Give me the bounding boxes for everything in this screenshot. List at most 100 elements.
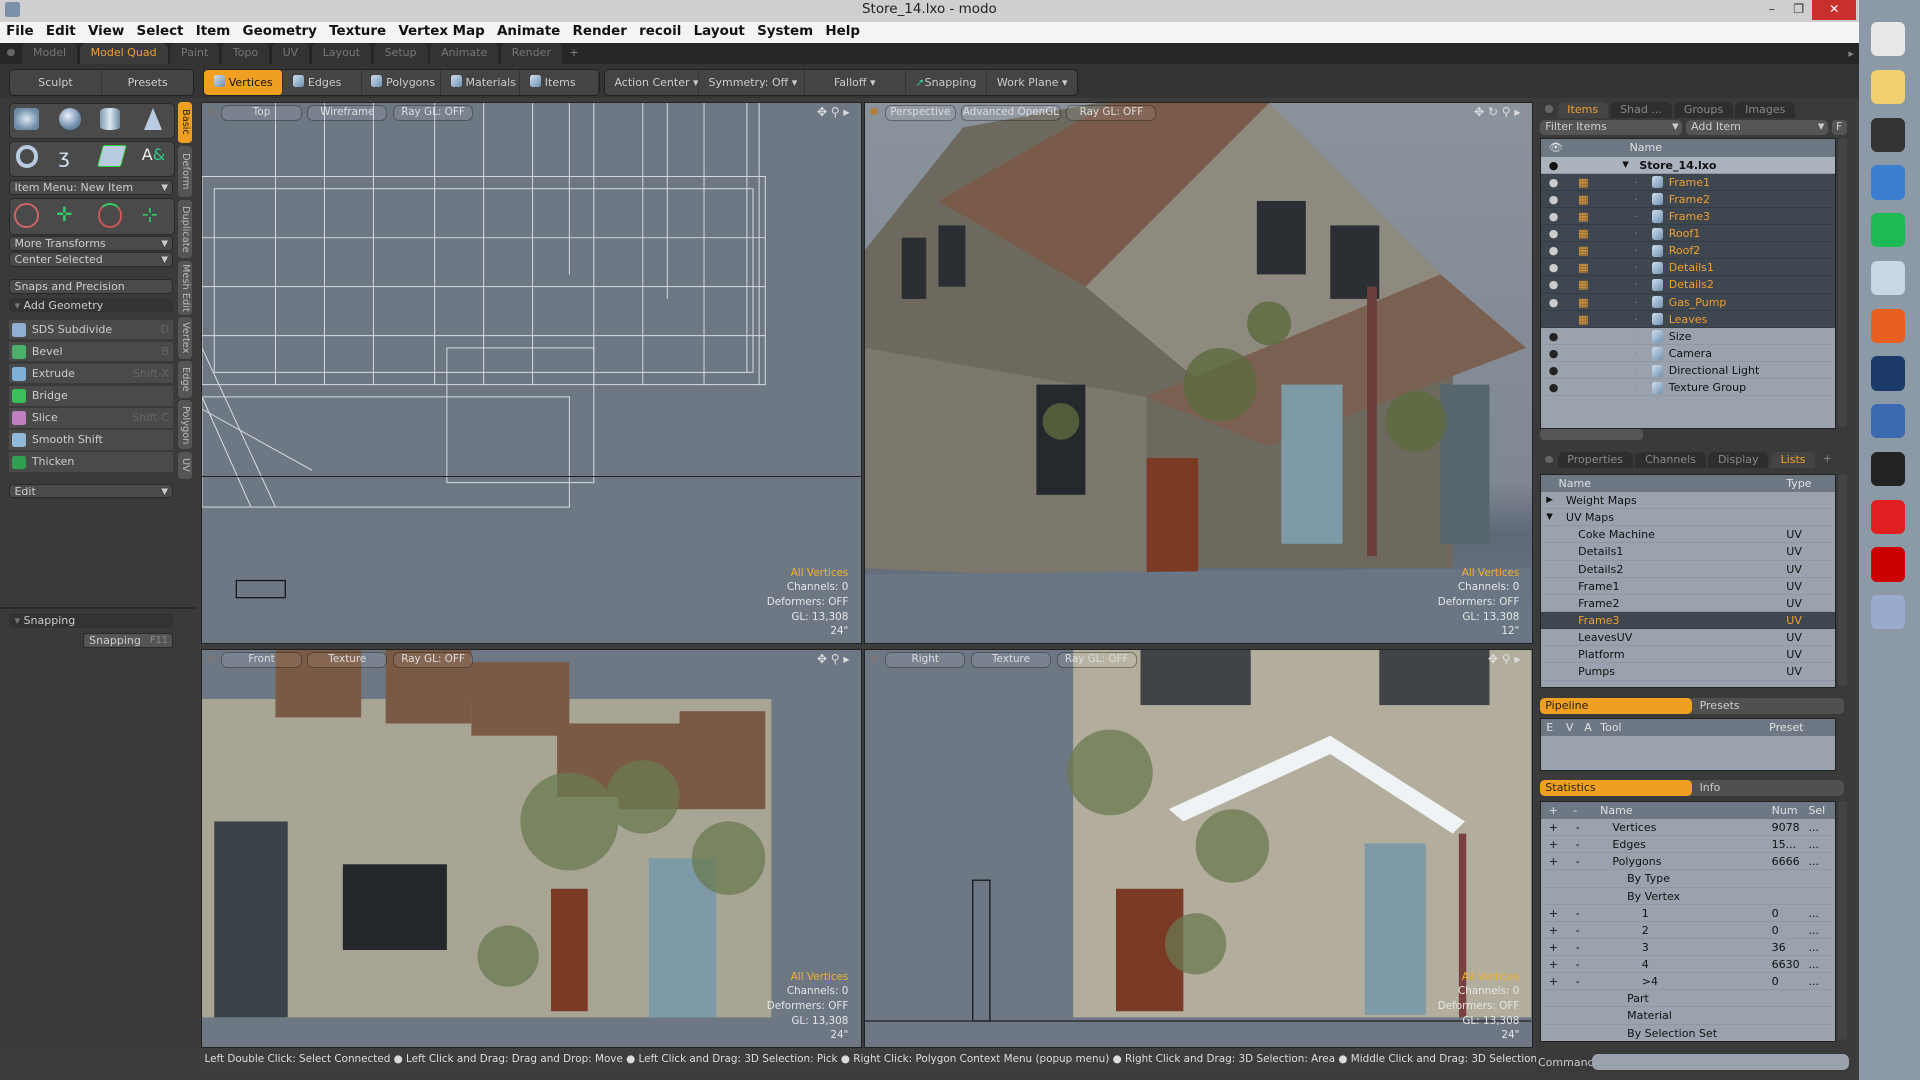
add-geometry-section[interactable]: ▾ Add Geometry	[8, 297, 173, 313]
filter-items-dropdown[interactable]: Filter Items ▼	[1540, 119, 1683, 135]
viewport-shading-button[interactable]: Wireframe	[307, 105, 388, 121]
menu-texture[interactable]: Texture	[323, 22, 392, 43]
snapping-button[interactable]: ➚Snapping	[906, 69, 988, 96]
expand-triangle-icon[interactable]: ▼	[1622, 157, 1629, 174]
menu-render[interactable]: Render	[566, 22, 633, 43]
falloff-dropdown[interactable]: Falloff ▾	[805, 69, 906, 96]
tree-row-frame2[interactable]: ● ▦ · Frame2	[1541, 190, 1836, 208]
tab-layout[interactable]: Layout	[311, 42, 372, 64]
tab-paint[interactable]: Paint	[170, 42, 220, 64]
statistics-sel[interactable]: ...	[1808, 819, 1819, 836]
viewport-view-button[interactable]: Right	[885, 652, 966, 668]
torus-icon[interactable]	[15, 145, 39, 169]
add-to-selection-button[interactable]: +	[1549, 905, 1558, 922]
tool-bevel[interactable]: Bevel B	[8, 341, 173, 363]
viewport-view-button[interactable]: Top	[221, 105, 302, 121]
tab-topo[interactable]: Topo	[221, 42, 270, 64]
symmetry-dropdown[interactable]: Symmetry: Off ▾	[699, 69, 805, 96]
tab-display[interactable]: Display	[1708, 451, 1769, 468]
tool-bridge[interactable]: Bridge	[8, 385, 173, 407]
tool-thicken[interactable]: Thicken	[8, 451, 173, 473]
vtab-uv[interactable]: UV	[177, 451, 193, 479]
tab-items[interactable]: Items	[1557, 101, 1608, 118]
mesh-lock-icon[interactable]: ▦	[1578, 259, 1588, 276]
tool-extrude[interactable]: Extrude Shift-X	[8, 363, 173, 385]
file-explorer-icon[interactable]	[1871, 69, 1906, 105]
firefox-icon[interactable]	[1871, 308, 1906, 343]
tree-row-details1[interactable]: ● ▦ · Details1	[1541, 259, 1836, 277]
items-scrollbar[interactable]	[1837, 138, 1847, 428]
mesh-lock-icon[interactable]: ▦	[1578, 311, 1588, 328]
tab-presets[interactable]: Presets	[1692, 698, 1740, 714]
vtab-mesh-edit[interactable]: Mesh Edit	[177, 260, 193, 315]
tab-model[interactable]: Model	[22, 42, 78, 64]
mesh-lock-icon[interactable]: ▦	[1578, 208, 1588, 225]
viewport-shading-button[interactable]: Texture	[970, 652, 1052, 668]
eye-icon[interactable]: ●	[1549, 345, 1559, 362]
add-to-selection-button[interactable]: +	[1549, 956, 1558, 973]
tool-smooth-shift[interactable]: Smooth Shift	[8, 429, 173, 451]
eye-icon[interactable]: ●	[1549, 362, 1559, 379]
viewport-view-button[interactable]: Front	[221, 652, 302, 668]
rotate-icon[interactable]	[97, 203, 123, 228]
snaps-precision-button[interactable]: Snaps and Precision	[8, 279, 173, 294]
modo-icon[interactable]	[1871, 260, 1906, 296]
uv-map-row[interactable]: Frame3 UV	[1541, 611, 1836, 630]
capsule-icon[interactable]: ʒ	[59, 145, 91, 172]
menu-select[interactable]: Select	[130, 22, 189, 43]
snapping-section[interactable]: ▾ Snapping	[8, 613, 173, 629]
action-center-dropdown[interactable]: Action Center ▾	[605, 69, 699, 96]
menu-view[interactable]: View	[82, 22, 131, 43]
tree-row-size[interactable]: ● · Size	[1541, 328, 1836, 346]
expand-triangle-icon[interactable]: ▼	[1546, 509, 1553, 526]
tab-uv[interactable]: UV	[271, 42, 310, 64]
tree-row-frame1[interactable]: ● ▦ · Frame1	[1541, 173, 1836, 191]
eye-icon[interactable]: ●	[1549, 259, 1559, 276]
tab-animate[interactable]: Animate	[430, 42, 499, 64]
viewport-menu-dot-icon[interactable]	[206, 107, 215, 115]
eye-icon[interactable]: ●	[1549, 208, 1559, 225]
uv-map-row[interactable]: Frame2 UV	[1541, 595, 1836, 612]
statistics-sel[interactable]: ...	[1808, 905, 1819, 922]
remove-from-selection-button[interactable]: -	[1576, 905, 1580, 922]
tab-setup[interactable]: Setup	[373, 42, 428, 64]
filter-f-button[interactable]: F	[1831, 119, 1847, 135]
command-input[interactable]	[1591, 1054, 1849, 1071]
eye-icon[interactable]: ●	[1549, 242, 1559, 259]
viewport-raygl-button[interactable]: Ray GL: OFF	[1066, 105, 1157, 121]
presets-button[interactable]: Presets	[102, 70, 193, 96]
cone-icon[interactable]	[144, 107, 163, 130]
menu-help[interactable]: Help	[819, 22, 866, 43]
viewport-menu-dot-icon[interactable]	[870, 107, 878, 115]
viewport-menu-dot-icon[interactable]	[206, 654, 215, 663]
uv-map-row[interactable]: Pumps UV	[1541, 663, 1836, 681]
mesh-lock-icon[interactable]: ▦	[1578, 242, 1588, 259]
menu-edit[interactable]: Edit	[40, 22, 82, 43]
vtab-basic[interactable]: Basic	[177, 101, 193, 144]
tree-row-roof1[interactable]: ● ▦ · Roof1	[1541, 225, 1836, 243]
tree-row-camera[interactable]: ● · Camera	[1541, 345, 1836, 363]
menu-item[interactable]: Item	[190, 22, 237, 43]
mesh-lock-icon[interactable]: ▦	[1578, 294, 1588, 311]
mesh-lock-icon[interactable]: ▦	[1578, 191, 1588, 208]
tool-slice[interactable]: Slice Shift-C	[8, 407, 173, 429]
uv-map-row[interactable]: Frame1 UV	[1541, 578, 1836, 595]
polygons-mode-button[interactable]: Polygons	[362, 69, 441, 96]
mesh-lock-icon[interactable]: ▦	[1578, 174, 1588, 191]
add-layout-tab-button[interactable]: +	[564, 46, 583, 59]
menu-file[interactable]: File	[0, 22, 40, 43]
photoshop-icon[interactable]	[1871, 356, 1906, 391]
more-transforms-dropdown[interactable]: More Transforms ▼	[8, 236, 173, 251]
move-icon[interactable]: ✛	[56, 203, 88, 230]
materials-mode-button[interactable]: Materials	[441, 69, 521, 96]
menu-animate[interactable]: Animate	[491, 22, 566, 43]
tab-render[interactable]: Render	[500, 42, 562, 64]
tree-row-directional-light[interactable]: ● · Directional Light	[1541, 362, 1836, 380]
tab-model-quad[interactable]: Model Quad	[79, 42, 168, 64]
tool-sds-subdivide[interactable]: SDS Subdivide D	[8, 319, 173, 341]
viewport-navigation-icons[interactable]: ✥⚲▸	[817, 652, 853, 666]
pen-polygon-icon[interactable]	[97, 145, 128, 168]
tree-row-root[interactable]: ● ▼ Store_14.lxo	[1541, 156, 1836, 174]
add-to-selection-button[interactable]: +	[1549, 922, 1558, 939]
vtab-duplicate[interactable]: Duplicate	[177, 199, 193, 259]
